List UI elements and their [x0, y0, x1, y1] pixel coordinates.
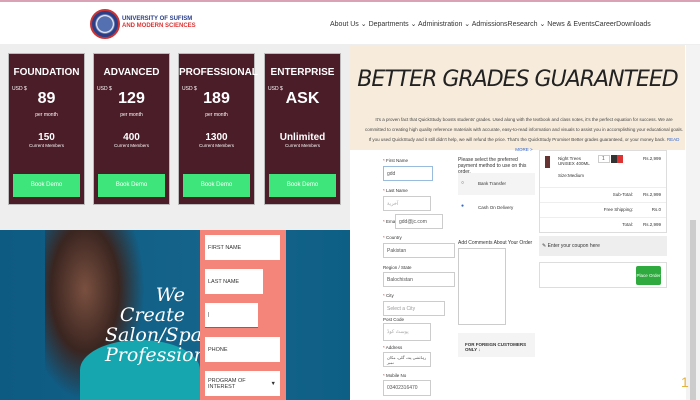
quantity-input[interactable]: 1	[598, 155, 610, 163]
plan-title: ENTERPRISE	[270, 67, 335, 78]
pricing-card-foundation: FOUNDATION USD $ 89 per month 150 Curren…	[8, 53, 85, 205]
nav-career[interactable]: Career	[595, 21, 616, 28]
plan-price: 129	[118, 90, 145, 107]
nav-departments[interactable]: Departments ⌄	[369, 21, 417, 28]
payment-bank-transfer[interactable]: ○ Bank Transfer	[458, 173, 535, 195]
region-select[interactable]: Balochistan	[383, 272, 455, 287]
member-label: Current Members	[284, 143, 320, 148]
member-label: Current Members	[113, 143, 149, 148]
tag-icon: ✎	[542, 243, 547, 249]
university-logo[interactable]	[90, 9, 120, 39]
phone-input[interactable]: PHONE	[205, 337, 280, 362]
book-demo-button[interactable]: Book Demo	[98, 174, 165, 197]
corner-number: 1	[681, 374, 689, 390]
program-select[interactable]: PROGRAM OF INTEREST ▼	[205, 371, 280, 396]
post-code-field[interactable]: پوسٹ کوڈ	[383, 323, 431, 341]
plan-title: PROFESSIONAL	[179, 67, 258, 78]
site-header: UNIVERSITY OF SUFISM AND MODERN SCIENCES …	[0, 0, 700, 45]
country-field[interactable]: Pakistan	[383, 243, 455, 258]
book-demo-button[interactable]: Book Demo	[183, 174, 250, 197]
nav-news[interactable]: News & Events	[547, 21, 594, 28]
promo-title: BETTER GRADES GUARANTEED	[357, 67, 678, 92]
plan-price: 189	[203, 90, 230, 107]
comments-textarea[interactable]	[458, 248, 506, 325]
nav-research[interactable]: Research ⌄	[508, 21, 546, 28]
member-label: Current Members	[198, 143, 234, 148]
product-name[interactable]: Night Trees UNISEX 400ML	[558, 156, 598, 166]
foreign-customers-toggle[interactable]: FOR FOREIGN CUSTOMERS ONLY ↓	[458, 333, 535, 357]
promo-text: It's a proven fact that QuickStudy boost…	[365, 117, 683, 152]
mobile-field[interactable]: 03402316470	[383, 380, 431, 396]
email-input[interactable]: |	[205, 303, 258, 328]
member-count: 1300	[205, 132, 228, 143]
main-nav: About Us ⌄ Departments ⌄ Administration …	[330, 20, 651, 28]
email-field[interactable]: gdd@jc.com	[395, 214, 443, 229]
nav-admissions[interactable]: Admissions	[472, 21, 508, 28]
plan-price: 89	[37, 90, 56, 107]
book-demo-button[interactable]: Book Demo	[269, 174, 336, 197]
pricing-card-advanced: ADVANCED USD $ 129 per month 400 Current…	[93, 53, 170, 205]
plan-title: ADVANCED	[103, 67, 160, 78]
scrollbar-thumb[interactable]	[690, 220, 696, 400]
first-name-field[interactable]: gdd	[383, 166, 433, 181]
radio-unchecked-icon[interactable]: ○	[461, 180, 464, 186]
last-name-input[interactable]: LAST NAME	[205, 269, 263, 294]
plan-period	[265, 112, 340, 118]
dropdown-arrow-icon: ▼	[270, 380, 276, 387]
last-name-field[interactable]: آخرية	[383, 196, 431, 211]
address-field[interactable]: رہائشی پتہ، گلی، مکان نمبر	[383, 352, 431, 367]
pricing-card-professional: PROFESSIONAL USD $ 189 per month 1300 Cu…	[178, 53, 258, 205]
nav-administration[interactable]: Administration ⌄	[418, 21, 470, 28]
plan-price: ASK	[285, 90, 320, 107]
plan-period: per month	[120, 112, 143, 118]
product-thumbnail	[545, 156, 550, 168]
radio-checked-icon[interactable]: ●	[461, 203, 464, 209]
plan-title: FOUNDATION	[13, 67, 80, 78]
promo-banner: BETTER GRADES GUARANTEED It's a proven f…	[350, 45, 685, 152]
member-count: 400	[123, 132, 140, 143]
member-count: 150	[38, 132, 55, 143]
plan-period: per month	[35, 112, 58, 118]
salon-headline: We Create Salon/Spa Professionals	[105, 284, 233, 366]
city-select[interactable]: Select a City	[383, 301, 445, 316]
logo-text[interactable]: UNIVERSITY OF SUFISM AND MODERN SCIENCES	[122, 16, 196, 30]
member-label: Current Members	[28, 143, 64, 148]
first-name-input[interactable]: FIRST NAME	[205, 235, 280, 260]
place-order-button[interactable]: Place Order	[636, 266, 661, 285]
nav-downloads[interactable]: Downloads	[616, 21, 651, 28]
plan-period: per month	[205, 112, 228, 118]
salon-form: FIRST NAME LAST NAME | PHONE PROGRAM OF …	[200, 230, 286, 400]
book-demo-button[interactable]: Book Demo	[13, 174, 80, 197]
remove-icon[interactable]	[617, 155, 623, 163]
scrollbar[interactable]	[686, 45, 700, 400]
nav-about[interactable]: About Us ⌄	[330, 21, 367, 28]
salon-banner: We Create Salon/Spa Professionals	[0, 230, 350, 400]
coupon-input[interactable]: ✎ Enter your coupon here	[539, 236, 667, 256]
order-summary: Night Trees UNISEX 400ML Size:Medium 1 R…	[539, 150, 667, 233]
pricing-card-enterprise: ENTERPRISE USD $ ASK Unlimited Current M…	[264, 53, 341, 205]
member-count: Unlimited	[279, 132, 326, 143]
